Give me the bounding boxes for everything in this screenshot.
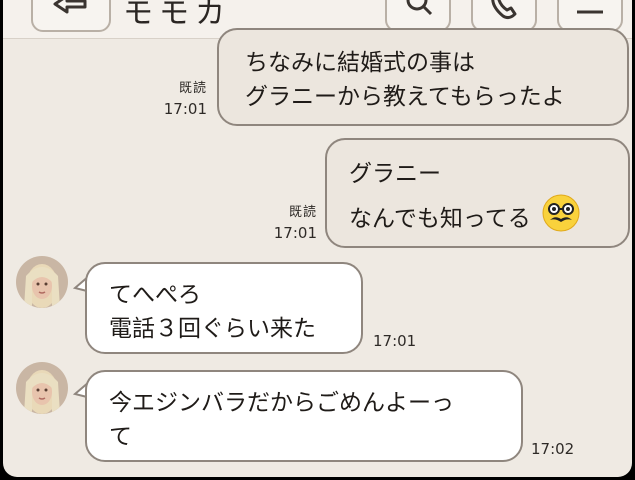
- nerd-face-mustache-icon: [542, 194, 580, 245]
- phone-icon: [491, 0, 517, 20]
- device-frame: モモカ 既読 17:01 ちなみに結婚式の事は グラニーから教えてもらったよ 既…: [0, 0, 635, 480]
- message-text: て: [109, 424, 132, 450]
- menu-icon: [577, 10, 603, 14]
- message-bubble-sent[interactable]: ちなみに結婚式の事は グラニーから教えてもらったよ: [217, 28, 629, 126]
- message-text: なんでも知ってる: [349, 206, 531, 232]
- message-time: 17:01: [163, 100, 207, 118]
- avatar[interactable]: [16, 256, 68, 308]
- message-time: 17:02: [531, 440, 575, 458]
- read-receipt: 既読: [288, 205, 317, 220]
- message-time: 17:01: [373, 332, 417, 350]
- message-bubble-received[interactable]: 今エジンバラだからごめんよーっ て: [85, 370, 523, 462]
- message-text: 今エジンバラだからごめんよーっ: [109, 390, 454, 416]
- message-meta: 既読 17:01: [151, 78, 207, 120]
- chat-screen: モモカ 既読 17:01 ちなみに結婚式の事は グラニーから教えてもらったよ 既…: [3, 0, 632, 477]
- message-bubble-sent[interactable]: グラニー なんでも知ってる: [325, 138, 630, 248]
- message-text: グラニー: [349, 161, 441, 187]
- message-text: ちなみに結婚式の事は: [245, 50, 475, 76]
- search-icon: [406, 0, 433, 16]
- message-bubble-received[interactable]: てへぺろ 電話３回ぐらい来た: [85, 262, 363, 354]
- message-time: 17:01: [273, 224, 317, 242]
- message-text: グラニーから教えてもらったよ: [245, 84, 565, 110]
- message-text: 電話３回ぐらい来た: [109, 316, 316, 342]
- avatar[interactable]: [16, 362, 68, 414]
- back-button[interactable]: [31, 0, 111, 32]
- contact-name: モモカ: [123, 0, 231, 31]
- message-text-with-emoji: なんでも知ってる: [349, 194, 628, 245]
- avatar-photo-icon: [16, 362, 68, 414]
- message-text: てへぺろ: [109, 282, 201, 308]
- message-meta: 既読 17:01: [261, 202, 317, 244]
- back-arrow-icon: [53, 0, 87, 14]
- avatar-photo-icon: [16, 256, 68, 308]
- read-receipt: 既読: [178, 81, 207, 96]
